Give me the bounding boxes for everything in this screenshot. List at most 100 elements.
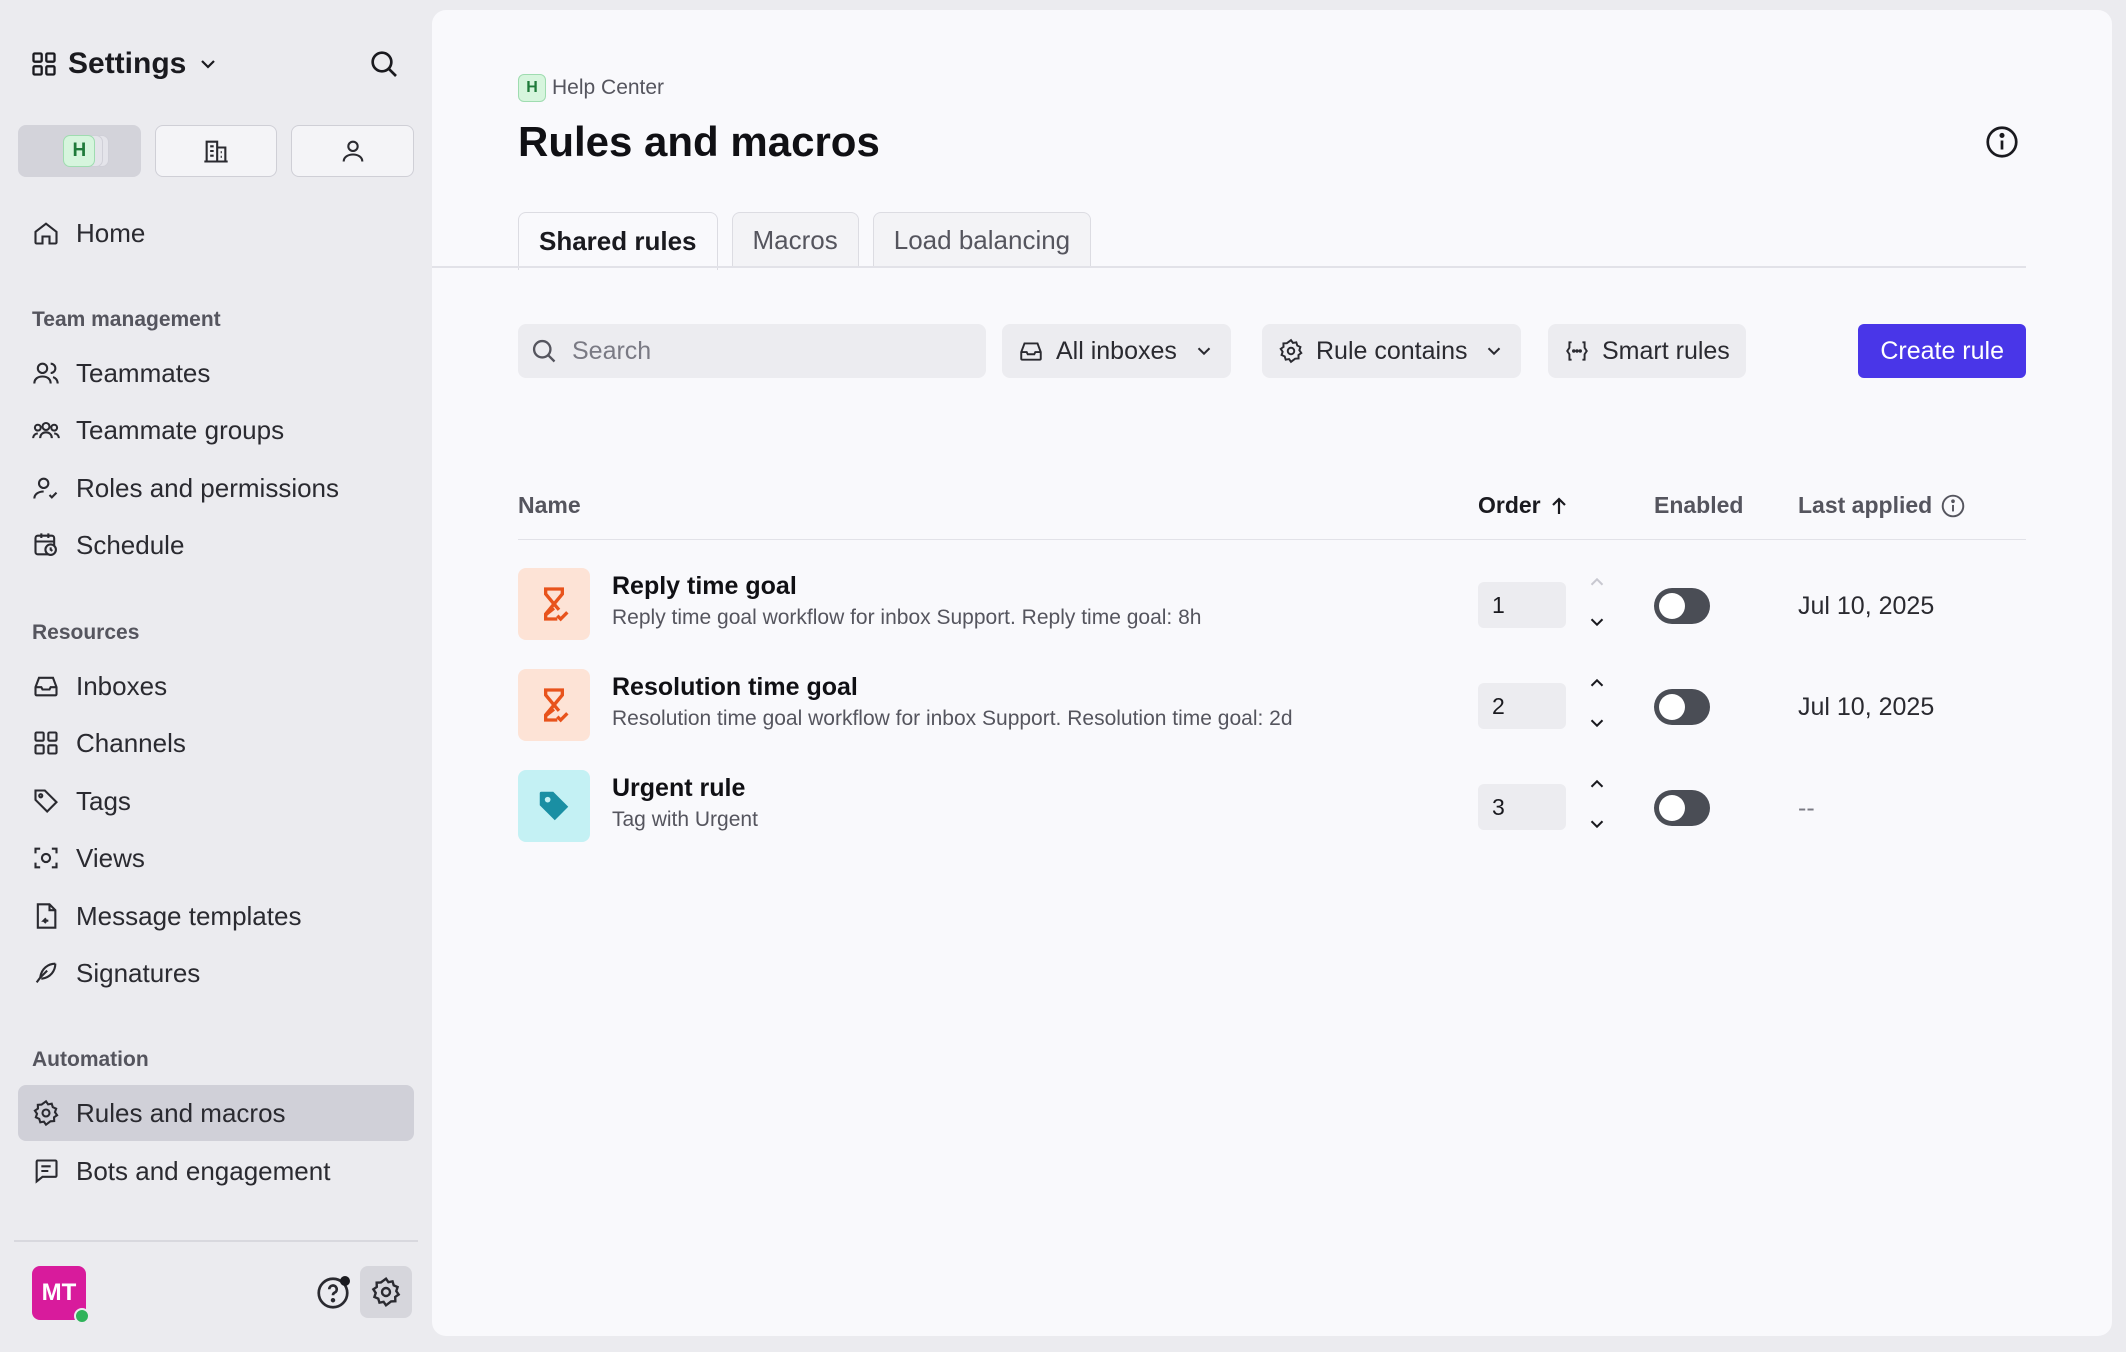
search-input[interactable] bbox=[572, 336, 972, 366]
page-info-button[interactable] bbox=[1982, 122, 2022, 162]
enabled-toggle[interactable] bbox=[1654, 790, 1710, 826]
sidebar-item-teammates[interactable]: Teammates bbox=[18, 345, 414, 401]
order-input[interactable] bbox=[1478, 683, 1566, 729]
move-down-button[interactable] bbox=[1584, 711, 1610, 735]
search-box bbox=[518, 324, 986, 378]
sidebar-item-label: Teammates bbox=[76, 357, 211, 388]
sidebar-item-label: Bots and engagement bbox=[76, 1155, 331, 1186]
smart-rules-label: Smart rules bbox=[1602, 336, 1730, 365]
sidebar-item-home[interactable]: Home bbox=[18, 205, 414, 261]
column-header-last-applied[interactable]: Last applied bbox=[1798, 492, 1966, 519]
sidebar-item-message-templates[interactable]: Message templates bbox=[18, 888, 414, 944]
sidebar-item-label: Teammate groups bbox=[76, 414, 285, 445]
order-input[interactable] bbox=[1478, 784, 1566, 830]
rule-name[interactable]: Urgent rule bbox=[612, 774, 745, 803]
table-row[interactable]: Resolution time goal Resolution time goa… bbox=[518, 641, 2026, 742]
breadcrumb: H Help Center bbox=[518, 74, 664, 102]
breadcrumb-label[interactable]: Help Center bbox=[552, 76, 664, 100]
sidebar-item-views[interactable]: Views bbox=[18, 830, 414, 886]
sidebar-item-roles[interactable]: Roles and permissions bbox=[18, 460, 414, 516]
last-applied-date: Jul 10, 2025 bbox=[1798, 693, 1935, 721]
column-header-enabled[interactable]: Enabled bbox=[1654, 492, 1743, 519]
sidebar: Settings H Home Team management Teammate… bbox=[0, 0, 432, 1352]
move-down-button[interactable] bbox=[1584, 812, 1610, 836]
section-team-management: Team management bbox=[32, 308, 221, 331]
rule-contains-label: Rule contains bbox=[1316, 336, 1468, 365]
sidebar-search-button[interactable] bbox=[364, 44, 404, 84]
help-button[interactable] bbox=[310, 1270, 356, 1316]
rule-icon bbox=[518, 669, 590, 741]
chevron-down-icon[interactable] bbox=[196, 52, 220, 76]
braces-icon bbox=[1566, 341, 1588, 361]
rule-icon bbox=[518, 770, 590, 842]
gear-icon bbox=[371, 1276, 401, 1308]
sidebar-item-signatures[interactable]: Signatures bbox=[18, 945, 414, 1001]
tabs-divider bbox=[432, 266, 2026, 268]
rule-description: Resolution time goal workflow for inbox … bbox=[612, 707, 1293, 730]
rule-contains-dropdown[interactable]: Rule contains bbox=[1262, 324, 1522, 378]
search-icon bbox=[371, 51, 397, 77]
page-title: Rules and macros bbox=[518, 118, 880, 165]
chevron-down-icon bbox=[1590, 719, 1604, 728]
sidebar-item-label: Schedule bbox=[76, 529, 185, 560]
building-icon bbox=[204, 140, 228, 163]
toggle-knob bbox=[1659, 694, 1685, 720]
tab-load-balancing[interactable]: Load balancing bbox=[872, 212, 1092, 268]
chevron-down-icon bbox=[1488, 347, 1501, 356]
arrow-up-icon bbox=[1551, 496, 1566, 514]
last-applied-date: Jul 10, 2025 bbox=[1798, 592, 1935, 620]
user-avatar[interactable]: MT bbox=[32, 1266, 90, 1324]
move-up-button[interactable] bbox=[1584, 772, 1610, 796]
order-input[interactable] bbox=[1478, 582, 1566, 628]
info-icon[interactable] bbox=[1940, 493, 1966, 519]
main-panel: H Help Center Rules and macros Shared ru… bbox=[432, 10, 2112, 1336]
move-up-button[interactable] bbox=[1584, 570, 1610, 594]
toggle-knob bbox=[1659, 593, 1685, 619]
enabled-toggle[interactable] bbox=[1654, 689, 1710, 725]
search-icon bbox=[532, 339, 556, 363]
smart-rules-button[interactable]: Smart rules bbox=[1548, 324, 1746, 378]
inbox-filter-dropdown[interactable]: All inboxes bbox=[1002, 324, 1231, 378]
chevron-up-icon bbox=[1590, 779, 1604, 788]
table-row[interactable]: Reply time goal Reply time goal workflow… bbox=[518, 540, 2026, 641]
online-status-indicator bbox=[74, 1308, 90, 1324]
tab-bar: Shared rules Macros Load balancing bbox=[518, 212, 1092, 270]
scope-company-button[interactable] bbox=[154, 125, 278, 177]
sidebar-item-label: Message templates bbox=[76, 900, 302, 931]
sidebar-item-tags[interactable]: Tags bbox=[18, 773, 414, 829]
move-down-button[interactable] bbox=[1584, 610, 1610, 634]
sidebar-item-bots-and-engagement[interactable]: Bots and engagement bbox=[18, 1143, 414, 1199]
create-rule-button[interactable]: Create rule bbox=[1858, 324, 2026, 378]
section-automation: Automation bbox=[32, 1048, 149, 1071]
sidebar-item-teammate-groups[interactable]: Teammate groups bbox=[18, 402, 414, 458]
scope-workspace-button[interactable]: H bbox=[18, 125, 141, 177]
column-header-name[interactable]: Name bbox=[518, 492, 581, 519]
rule-name[interactable]: Resolution time goal bbox=[612, 673, 858, 702]
column-header-order[interactable]: Order bbox=[1478, 492, 1571, 519]
move-up-button[interactable] bbox=[1584, 671, 1610, 695]
enabled-toggle[interactable] bbox=[1654, 588, 1710, 624]
tab-shared-rules[interactable]: Shared rules bbox=[518, 212, 718, 270]
tab-macros[interactable]: Macros bbox=[731, 212, 859, 268]
sidebar-item-label: Tags bbox=[76, 785, 131, 816]
settings-button[interactable] bbox=[360, 1266, 412, 1318]
file-reply-icon bbox=[36, 903, 57, 929]
table-row[interactable]: Urgent rule Tag with Urgent -- bbox=[518, 742, 2026, 843]
rule-name[interactable]: Reply time goal bbox=[612, 572, 797, 601]
sidebar-item-label: Views bbox=[76, 842, 145, 873]
sidebar-divider bbox=[14, 1240, 418, 1242]
sidebar-item-rules-and-macros[interactable]: Rules and macros bbox=[18, 1085, 414, 1141]
chevron-down-icon bbox=[1590, 618, 1604, 627]
chevron-down-icon bbox=[1590, 820, 1604, 829]
scope-personal-button[interactable] bbox=[291, 125, 415, 177]
sidebar-item-inboxes[interactable]: Inboxes bbox=[18, 658, 414, 714]
tag-icon bbox=[34, 789, 58, 813]
sidebar-item-label: Inboxes bbox=[76, 670, 168, 701]
sidebar-item-channels[interactable]: Channels bbox=[18, 715, 414, 771]
settings-title[interactable]: Settings bbox=[68, 47, 186, 81]
breadcrumb-badge: H bbox=[518, 74, 546, 102]
users-icon bbox=[33, 362, 59, 384]
section-resources: Resources bbox=[32, 621, 140, 644]
chevron-up-icon bbox=[1590, 678, 1604, 687]
sidebar-item-schedule[interactable]: Schedule bbox=[18, 517, 414, 573]
